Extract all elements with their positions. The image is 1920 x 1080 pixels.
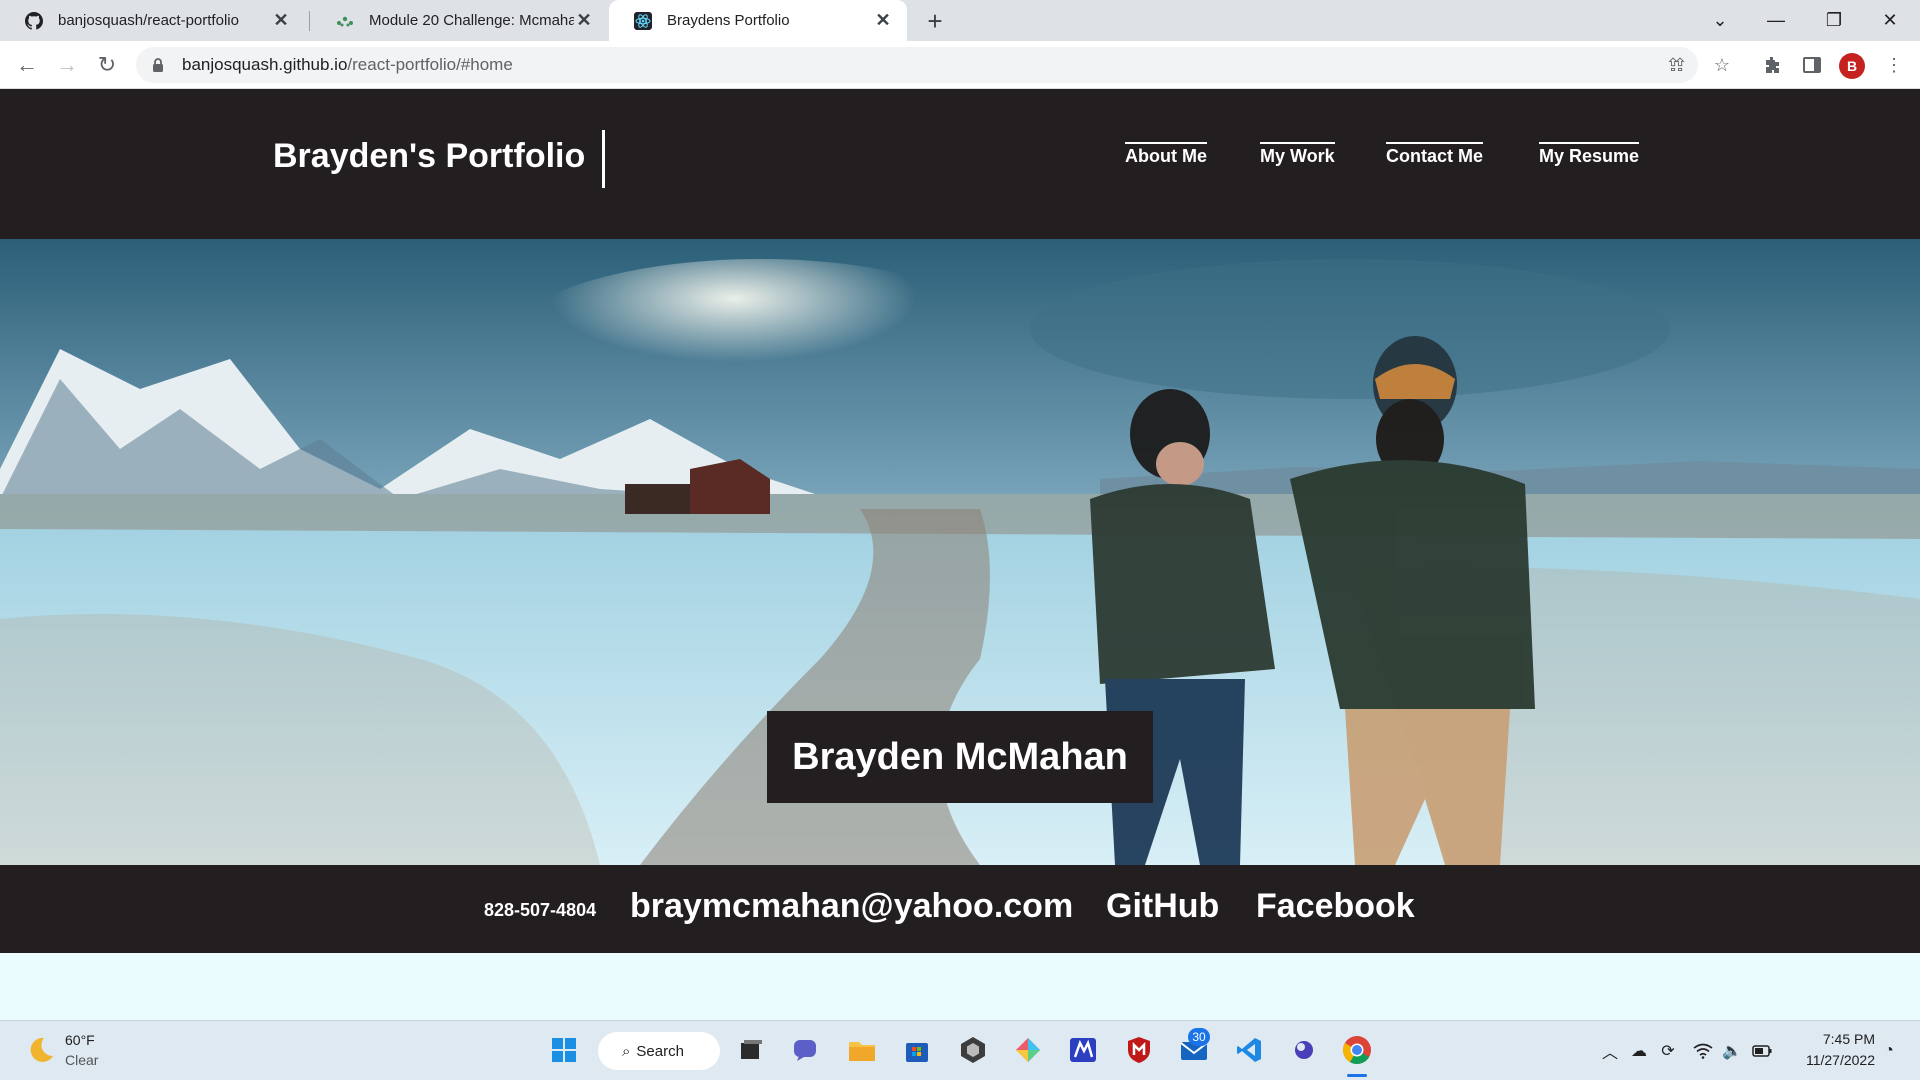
url-path: /react-portfolio/#home (347, 55, 513, 74)
chrome-icon[interactable] (1340, 1033, 1374, 1067)
search-icon: ⌕ (622, 1042, 631, 1060)
volume-icon[interactable]: 🔈 (1721, 1040, 1743, 1062)
hero-name-box: Brayden McMahan (767, 711, 1153, 803)
side-panel-icon[interactable] (1796, 49, 1828, 81)
back-arrow-icon[interactable]: ← (11, 49, 43, 81)
lock-icon (150, 57, 166, 73)
weather-condition[interactable]: Clear (65, 1052, 98, 1068)
taskbar: 60°F Clear ⌕ Search 30 ︿ ☁ ⟳ 🔈 7:45 PM 1… (0, 1020, 1920, 1080)
minimize-button[interactable]: — (1748, 0, 1804, 41)
tab-portfolio[interactable]: Braydens Portfolio ✕ (609, 0, 907, 41)
tab-title: banjosquash/react-portfolio (58, 12, 239, 29)
clock-time[interactable]: 7:45 PM (1795, 1031, 1875, 1047)
clock-date[interactable]: 11/27/2022 (1785, 1052, 1875, 1068)
extensions-puzzle-icon[interactable] (1756, 49, 1788, 81)
moon-icon[interactable] (24, 1034, 56, 1066)
microsoft-store-icon[interactable] (900, 1033, 934, 1067)
canvas-icon (335, 11, 355, 31)
hero-name: Brayden McMahan (792, 735, 1128, 778)
footer-email-link[interactable]: braymcmahan@yahoo.com (630, 887, 1073, 926)
active-app-indicator (1347, 1074, 1367, 1077)
nav-my-resume[interactable]: My Resume (1539, 142, 1640, 167)
star-icon[interactable]: ☆ (1706, 49, 1738, 81)
site-header: Brayden's Portfolio About Me My Work Con… (0, 89, 1920, 239)
close-window-button[interactable]: ✕ (1862, 0, 1918, 41)
react-icon (633, 11, 653, 31)
browser-toolbar: ← → ↻ banjosquash.github.io/react-portfo… (0, 41, 1920, 89)
restore-button[interactable]: ❐ (1806, 0, 1862, 41)
teams-chat-icon[interactable] (789, 1033, 823, 1067)
battery-icon[interactable] (1751, 1040, 1773, 1062)
reload-icon[interactable]: ↻ (91, 49, 123, 81)
footer-github-link[interactable]: GitHub (1106, 887, 1219, 926)
tab-search-icon[interactable]: ⌄ (1692, 0, 1748, 41)
tab-separator (309, 11, 310, 31)
purple-app-icon[interactable] (1287, 1033, 1321, 1067)
task-view-icon[interactable] (734, 1033, 768, 1067)
nav-my-work[interactable]: My Work (1260, 142, 1335, 167)
site-footer: 828-507-4804 braymcmahan@yahoo.com GitHu… (0, 865, 1920, 953)
tab-canvas[interactable]: Module 20 Challenge: Mcmahan, ✕ (311, 0, 608, 41)
weather-temp[interactable]: 60°F (65, 1032, 95, 1048)
nav-about-me[interactable]: About Me (1125, 142, 1207, 167)
windows-start-icon[interactable] (547, 1033, 581, 1067)
vscode-icon[interactable] (1232, 1033, 1266, 1067)
new-tab-button[interactable]: + (920, 6, 950, 36)
mcafee-icon[interactable] (1122, 1033, 1156, 1067)
tab-strip: banjosquash/react-portfolio ✕ Module 20 … (0, 0, 1920, 41)
profile-avatar[interactable]: B (1839, 53, 1865, 79)
menu-kebab-icon[interactable]: ⋮ (1878, 49, 1910, 81)
url-host: banjosquash.github.io (182, 55, 348, 74)
nav-contact-me[interactable]: Contact Me (1386, 142, 1484, 167)
figma-like-app-icon[interactable] (1011, 1033, 1045, 1067)
wifi-icon[interactable] (1692, 1040, 1714, 1062)
forward-arrow-icon[interactable]: → (51, 49, 83, 81)
address-bar[interactable]: banjosquash.github.io/react-portfolio/#h… (136, 47, 1698, 83)
file-explorer-icon[interactable] (845, 1033, 879, 1067)
close-icon[interactable]: ✕ (271, 10, 291, 31)
sync-icon[interactable]: ⟳ (1657, 1040, 1679, 1062)
brand-divider (602, 130, 605, 188)
onedrive-warning-icon[interactable]: ☁ (1628, 1040, 1650, 1062)
github-icon (24, 11, 44, 31)
taskbar-search[interactable]: ⌕ Search (598, 1032, 720, 1070)
tab-title: Module 20 Challenge: Mcmahan, (369, 12, 574, 29)
mail-badge: 30 (1188, 1028, 1210, 1046)
unity-icon[interactable] (956, 1033, 990, 1067)
tab-github[interactable]: banjosquash/react-portfolio ✕ (0, 0, 305, 41)
footer-phone[interactable]: 828-507-4804 (484, 900, 596, 921)
search-label: Search (636, 1042, 684, 1060)
share-icon[interactable]: ⇪ (1657, 49, 1689, 81)
close-icon[interactable]: ✕ (873, 10, 893, 31)
footer-facebook-link[interactable]: Facebook (1256, 887, 1415, 926)
site-brand[interactable]: Brayden's Portfolio (273, 137, 585, 176)
tray-chevron-up-icon[interactable]: ︿ (1599, 1040, 1621, 1062)
notification-bell-icon[interactable]: ◔ (1878, 1040, 1900, 1062)
page-viewport: Brayden's Portfolio About Me My Work Con… (0, 89, 1920, 1020)
close-icon[interactable]: ✕ (574, 10, 594, 31)
m-app-icon[interactable] (1066, 1033, 1100, 1067)
hero-section: Brayden McMahan (0, 239, 1920, 865)
tab-title: Braydens Portfolio (667, 12, 790, 29)
